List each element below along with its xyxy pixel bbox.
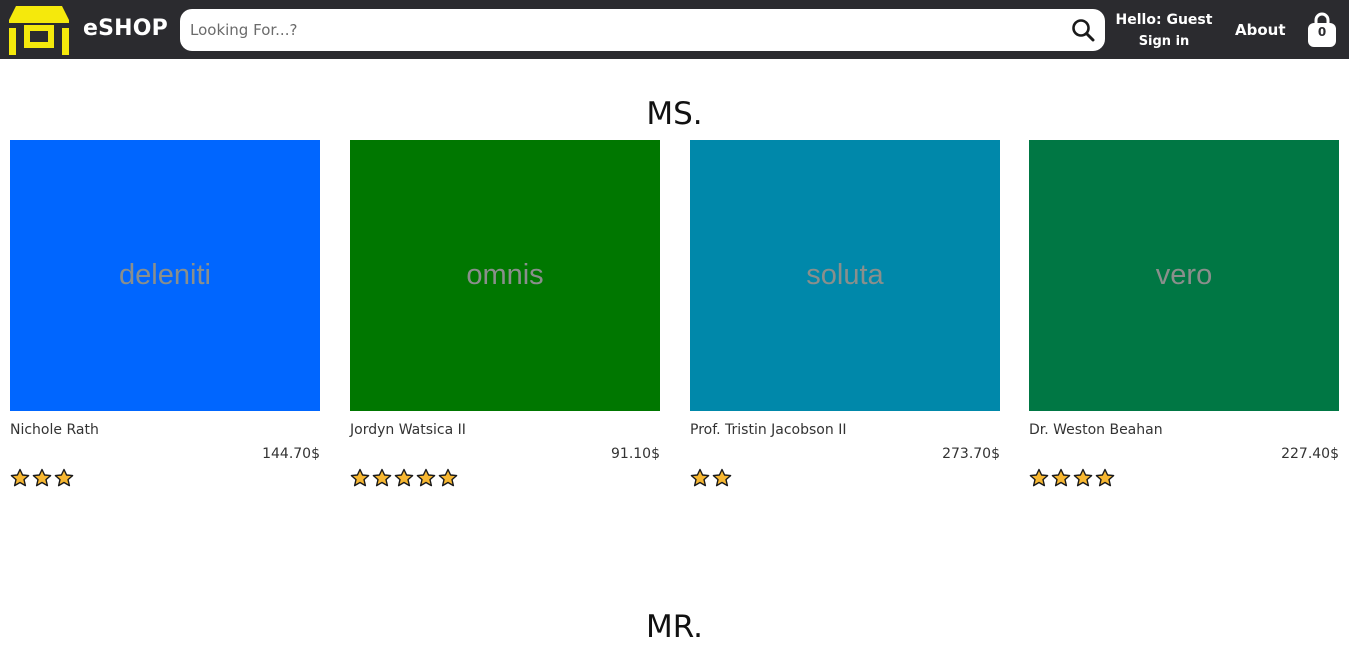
- star-icon: [394, 468, 414, 487]
- product-card[interactable]: soluta Prof. Tristin Jacobson II 273.70$: [690, 140, 1000, 500]
- star-icon: [10, 468, 30, 487]
- star-icon: [372, 468, 392, 487]
- search-button[interactable]: [1061, 9, 1105, 51]
- product-image-text: vero: [1155, 259, 1213, 291]
- product-rating: [10, 468, 74, 488]
- star-icon: [1073, 468, 1093, 487]
- greeting-text: Hello: Guest: [1115, 12, 1213, 28]
- product-price: 91.10$: [611, 446, 660, 462]
- product-card[interactable]: vero Dr. Weston Beahan 227.40$: [1029, 140, 1339, 500]
- star-icon: [690, 468, 710, 487]
- product-card[interactable]: deleniti Nichole Rath 144.70$: [10, 140, 320, 500]
- star-icon: [1029, 468, 1049, 487]
- product-image-text: deleniti: [119, 259, 211, 291]
- product-price: 273.70$: [942, 446, 1000, 462]
- product-card[interactable]: omnis Jordyn Watsica II 91.10$: [350, 140, 660, 500]
- star-icon: [54, 468, 74, 487]
- product-image[interactable]: deleniti: [10, 140, 320, 411]
- sign-in-link[interactable]: Sign in: [1112, 33, 1216, 51]
- search-bar: [180, 9, 1105, 51]
- user-greeting: Hello: Guest Sign in: [1112, 11, 1216, 51]
- star-icon: [1095, 468, 1115, 487]
- product-rating: [1029, 468, 1115, 488]
- cart-button[interactable]: 0: [1306, 12, 1338, 48]
- product-image-text: soluta: [806, 259, 884, 291]
- product-image-text: omnis: [466, 259, 544, 291]
- product-name[interactable]: Nichole Rath: [10, 422, 99, 438]
- product-price: 144.70$: [262, 446, 320, 462]
- brand-name[interactable]: eSHOP: [83, 16, 168, 41]
- section-title-mr: MR.: [645, 609, 704, 645]
- product-rating: [690, 468, 732, 488]
- star-icon: [1051, 468, 1071, 487]
- about-link[interactable]: About: [1235, 21, 1286, 39]
- star-icon: [32, 468, 52, 487]
- product-rating: [350, 468, 458, 488]
- product-name[interactable]: Prof. Tristin Jacobson II: [690, 422, 846, 438]
- product-image[interactable]: omnis: [350, 140, 660, 411]
- product-price: 227.40$: [1281, 446, 1339, 462]
- star-icon: [438, 468, 458, 487]
- search-input[interactable]: [180, 9, 1061, 51]
- search-icon: [1072, 19, 1095, 42]
- shop-logo-icon[interactable]: [8, 4, 70, 56]
- product-image[interactable]: vero: [1029, 140, 1339, 411]
- navbar: eSHOP Hello: Guest Sign in About 0: [0, 0, 1349, 59]
- product-image[interactable]: soluta: [690, 140, 1000, 411]
- section-title-ms: MS.: [646, 96, 703, 132]
- star-icon: [350, 468, 370, 487]
- cart-count: 0: [1317, 25, 1327, 39]
- star-icon: [712, 468, 732, 487]
- product-name[interactable]: Jordyn Watsica II: [350, 422, 466, 438]
- product-name[interactable]: Dr. Weston Beahan: [1029, 422, 1163, 438]
- star-icon: [416, 468, 436, 487]
